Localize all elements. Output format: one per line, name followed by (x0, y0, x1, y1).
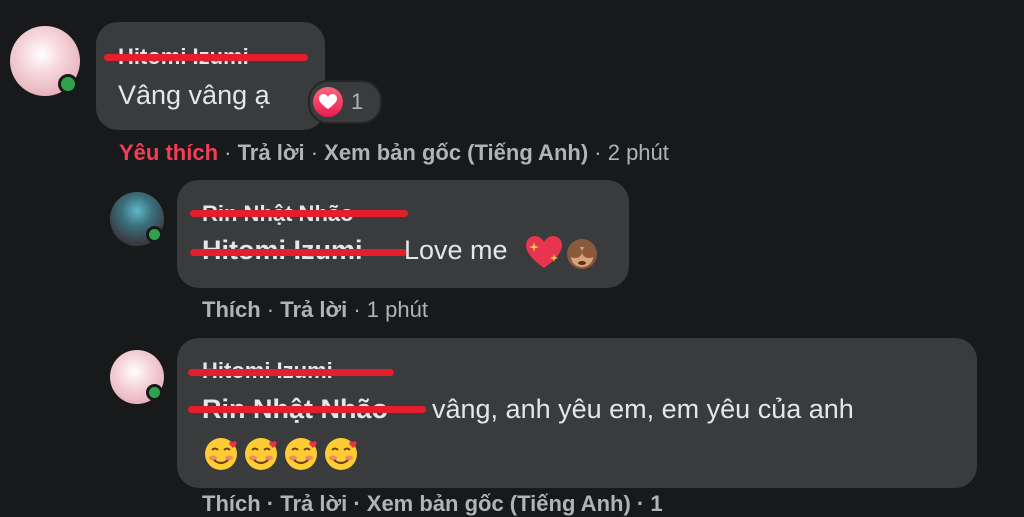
redaction-strike (190, 249, 407, 256)
like-button[interactable]: Thích (202, 297, 261, 322)
comment-bubble (96, 22, 325, 130)
redaction-strike (188, 406, 426, 413)
online-status-icon (146, 226, 163, 243)
comment-text: Vâng vâng ạ (118, 80, 270, 110)
like-button[interactable]: Yêu thích (119, 140, 218, 165)
reaction-badge[interactable]: 1 (308, 80, 382, 124)
redaction-strike (104, 54, 308, 61)
smiling-face-with-hearts-emoji (325, 438, 357, 470)
comment-actions: Thích · Trả lời · 1 phút (202, 297, 428, 322)
comment-text: Love me (404, 235, 508, 265)
avatar[interactable] (110, 350, 164, 404)
online-status-icon (58, 74, 78, 94)
timestamp[interactable]: 1 phút (367, 297, 428, 322)
avatar[interactable] (110, 192, 164, 246)
avatar[interactable] (10, 26, 80, 96)
timestamp[interactable]: 2 phút (608, 140, 669, 165)
comment-actions[interactable]: Thích · Trả lời · Xem bản gốc (Tiếng Anh… (202, 491, 663, 517)
sparkling-heart-emoji (526, 236, 562, 275)
smiling-face-with-hearts-emoji (245, 438, 277, 470)
comment-text: vâng, anh yêu em, em yêu của anh (432, 394, 854, 424)
redaction-strike (190, 210, 408, 217)
reply-button[interactable]: Trả lời (280, 297, 347, 322)
online-status-icon (146, 384, 163, 401)
smiling-face-with-hearts-emoji (205, 438, 237, 470)
emoji-row (203, 436, 363, 472)
redaction-strike (188, 369, 394, 376)
see-original-link[interactable]: Xem bản gốc (Tiếng Anh) (324, 140, 588, 165)
reaction-count: 1 (351, 89, 364, 114)
reply-button[interactable]: Trả lời (238, 140, 305, 165)
comment-actions: Yêu thích · Trả lời · Xem bản gốc (Tiếng… (119, 140, 669, 165)
heart-reaction-icon (313, 87, 343, 117)
see-no-evil-monkey-emoji (564, 236, 600, 277)
smiling-face-with-hearts-emoji (285, 438, 317, 470)
